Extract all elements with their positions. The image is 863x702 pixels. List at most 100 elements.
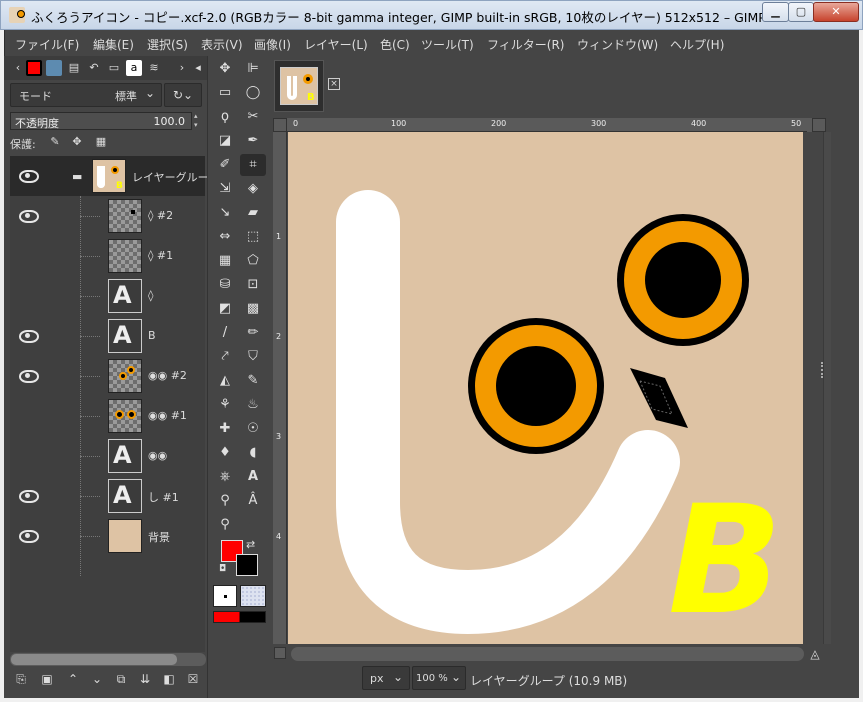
foreground-select-tool-icon[interactable]: ◪ xyxy=(212,130,238,152)
perspective-tool-icon[interactable]: ⬚ xyxy=(240,226,266,248)
horizontal-ruler[interactable]: 0 100 200 300 400 50 xyxy=(287,118,807,132)
zoom-tool-icon[interactable]: ⚲ xyxy=(212,514,238,536)
menu-select[interactable]: 選択(S) xyxy=(147,36,188,53)
move-tool-icon[interactable]: ✥ xyxy=(212,58,238,80)
maximize-button[interactable]: ▢ xyxy=(788,2,814,22)
undo-history-tab-icon[interactable]: ↶ xyxy=(86,60,102,76)
delete-layer-icon[interactable]: ☒ xyxy=(184,670,202,688)
lock-alpha-icon[interactable]: ▦ xyxy=(94,135,108,149)
composite-mode-button[interactable]: ↻⌄ xyxy=(164,83,202,107)
duplicate-layer-icon[interactable]: ⧉ xyxy=(112,670,130,688)
opacity-spin-buttons[interactable]: ▴ ▾ xyxy=(194,112,204,130)
eye-icon[interactable] xyxy=(18,368,39,383)
opacity-slider[interactable]: 不透明度 100.0 xyxy=(10,112,192,130)
close-button[interactable]: ✕ xyxy=(813,2,859,22)
mode-select[interactable]: モード 標準 ⌄ xyxy=(10,83,162,107)
layer-row-group[interactable]: ▬ B レイヤーグループ xyxy=(10,156,219,196)
smudge-tool-icon[interactable]: ✎ xyxy=(240,370,266,392)
layer-mask-icon[interactable]: ◧ xyxy=(160,670,178,688)
canvas-viewport[interactable]: B xyxy=(287,132,807,644)
layer-row[interactable]: A ◊ xyxy=(10,276,205,316)
channels-tab-icon[interactable]: ≋ xyxy=(146,60,162,76)
menu-layer[interactable]: レイヤー(L) xyxy=(304,36,368,53)
menu-file[interactable]: ファイル(F) xyxy=(15,36,79,53)
chevron-right-icon[interactable]: › xyxy=(174,60,190,76)
heal-tool-icon[interactable]: ♨ xyxy=(240,394,266,416)
horizontal-scrollbar[interactable] xyxy=(291,647,804,661)
menu-image[interactable]: 画像(I) xyxy=(254,36,291,53)
handle-transform-tool-icon[interactable]: ↘ xyxy=(212,202,238,224)
layer-row[interactable]: 背景 xyxy=(10,516,205,556)
paintbrush-tool-icon[interactable]: / xyxy=(212,322,238,344)
image-canvas[interactable]: B xyxy=(288,132,803,644)
eyedropper-tool-icon[interactable]: ⚲ xyxy=(212,490,238,512)
menu-edit[interactable]: 編集(E) xyxy=(93,36,134,53)
color-picker-tool-icon[interactable]: ✐ xyxy=(212,154,238,176)
drop-tool-icon[interactable]: ♦ xyxy=(212,442,238,464)
lock-position-icon[interactable]: ✥ xyxy=(70,135,84,149)
fonts-tab-icon[interactable]: a xyxy=(126,60,142,76)
mask-tool-icon[interactable]: ◖ xyxy=(240,442,266,464)
shear-tool-icon[interactable]: ▰ xyxy=(240,202,266,224)
new-layer-icon[interactable]: ⎘ xyxy=(12,670,30,688)
images-tab-icon[interactable] xyxy=(46,60,62,76)
zoom-select[interactable]: 100 % ⌄ xyxy=(412,666,466,690)
layers-tab-icon[interactable]: ▤ xyxy=(66,60,82,76)
raise-layer-icon[interactable]: ⌃ xyxy=(64,670,82,688)
vertical-scrollbar[interactable] xyxy=(823,132,831,644)
dock-resize-handle[interactable] xyxy=(821,362,825,378)
airbrush-tool-icon[interactable]: ⤤ xyxy=(212,346,238,368)
flip-tool-icon[interactable]: ⇔ xyxy=(212,226,238,248)
merge-layer-icon[interactable]: ⇊ xyxy=(136,670,154,688)
gradient-tool-icon[interactable]: ◩ xyxy=(212,298,238,320)
clone-tool-icon[interactable]: ⚘ xyxy=(212,394,238,416)
chevron-left-icon[interactable]: ‹ xyxy=(10,60,26,76)
new-layer-group-icon[interactable]: ▣ xyxy=(38,670,56,688)
brush-preview[interactable] xyxy=(213,585,237,607)
eye-icon[interactable] xyxy=(18,488,39,503)
perspective-clone-tool-icon[interactable]: ⬠ xyxy=(240,250,266,272)
bucket-fill-tool-icon[interactable]: ⛁ xyxy=(212,274,238,296)
free-select-tool-icon[interactable]: ϙ xyxy=(212,106,238,128)
mypaint-brush-tool-icon[interactable]: ⊡ xyxy=(240,274,266,296)
crop-tool-icon[interactable]: ⌗ xyxy=(240,154,266,176)
unified-transform-tool-icon[interactable]: ⇲ xyxy=(212,178,238,200)
menu-view[interactable]: 表示(V) xyxy=(201,36,243,53)
scissors-select-tool-icon[interactable]: ✂ xyxy=(240,106,266,128)
paths-node-tool-icon[interactable]: ⎈ xyxy=(212,466,238,488)
eye-icon[interactable] xyxy=(18,328,39,343)
vertical-ruler[interactable]: 1 2 3 4 xyxy=(273,132,287,644)
ink-tool-icon[interactable]: ⛉ xyxy=(240,346,266,368)
minimize-button[interactable]: ▁ xyxy=(762,2,789,22)
image-tab[interactable]: B xyxy=(274,60,324,112)
lower-layer-icon[interactable]: ⌄ xyxy=(88,670,106,688)
ruler-origin[interactable] xyxy=(273,118,287,132)
menu-colors[interactable]: 色(C) xyxy=(380,36,410,53)
background-color-swatch[interactable] xyxy=(236,554,258,576)
rect-select-tool-icon[interactable]: ▭ xyxy=(212,82,238,104)
cage-transform-tool-icon[interactable]: ▦ xyxy=(212,250,238,272)
collapse-toggle-icon[interactable]: ▬ xyxy=(72,170,82,183)
eraser-tool-icon[interactable]: ◭ xyxy=(212,370,238,392)
swap-colors-icon[interactable]: ⇄ xyxy=(246,538,255,551)
pattern-fill-tool-icon[interactable]: ▩ xyxy=(240,298,266,320)
zoom-on-resize-toggle[interactable] xyxy=(812,118,826,132)
layer-row[interactable]: ◉◉ #1 xyxy=(10,396,205,436)
eye-icon[interactable] xyxy=(18,528,39,543)
navigate-icon[interactable]: ◬ xyxy=(807,647,823,661)
menu-filters[interactable]: フィルター(R) xyxy=(487,36,564,53)
dock-menu-icon[interactable]: ◂ xyxy=(190,60,206,76)
close-icon[interactable]: × xyxy=(328,78,340,90)
eye-icon[interactable] xyxy=(18,208,39,223)
text-tool-icon[interactable]: A xyxy=(240,466,266,488)
measure-tool-icon[interactable]: Â xyxy=(240,490,266,512)
device-status-tab-icon[interactable]: ▭ xyxy=(106,60,122,76)
align-tool-icon[interactable]: ⊫ xyxy=(240,58,266,80)
scrollbar-thumb[interactable] xyxy=(11,654,177,665)
lock-pixels-icon[interactable]: ✎ xyxy=(48,135,62,149)
gradient-preview[interactable] xyxy=(213,611,266,623)
pattern-preview[interactable] xyxy=(240,585,266,607)
paths-tool-icon[interactable]: ✒ xyxy=(240,130,266,152)
ellipse-select-tool-icon[interactable]: ◯ xyxy=(240,82,266,104)
pencil-tool-icon[interactable]: ✏ xyxy=(240,322,266,344)
